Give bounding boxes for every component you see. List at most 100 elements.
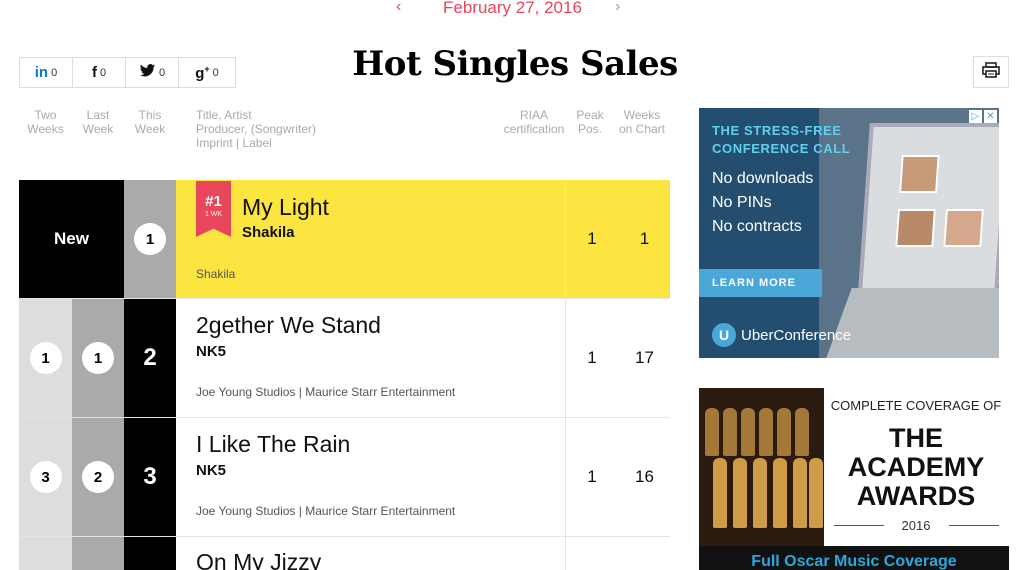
weeks-on-chart: 1 — [639, 229, 650, 248]
learn-more-button[interactable]: LEARN MORE — [699, 269, 822, 297]
song-title[interactable]: I Like The Rain — [196, 431, 350, 458]
google-plus-share-button[interactable]: g+ 0 — [179, 58, 235, 87]
last-week-rank: 2 — [82, 461, 114, 493]
song-title[interactable]: My Light — [242, 194, 329, 221]
peak-position: 1 — [587, 348, 597, 367]
two-weeks-rank: 3 — [29, 461, 62, 493]
print-button[interactable] — [973, 56, 1009, 88]
oscar-coverage-link[interactable]: Full Oscar Music Coverage — [699, 546, 1009, 570]
oscar-statue — [773, 458, 787, 528]
ad-bullet: No PINs — [712, 194, 772, 211]
oscar-statue — [809, 458, 823, 528]
laptop-image — [858, 123, 999, 293]
last-week-cell: 1 — [72, 299, 124, 417]
oscar-statue — [777, 408, 791, 456]
ad-brand: U UberConference — [712, 323, 851, 347]
this-week-cell: 3 — [124, 418, 176, 536]
col-header-this-week: This Week — [134, 108, 166, 136]
twitter-icon — [139, 63, 156, 82]
label-name: Joe Young Studios | Maurice Starr Entert… — [196, 504, 456, 518]
promo-title-line: AWARDS — [856, 481, 976, 511]
linkedin-share-button[interactable]: in 0 — [20, 58, 73, 87]
col-header-peak: Peak Pos. — [576, 108, 604, 136]
col-header-riaa: RIAA certification — [503, 108, 565, 136]
col-header-title: Title, Artist Producer, (Songwriter) Imp… — [196, 108, 317, 150]
this-week-cell: 2 — [124, 299, 176, 417]
this-week-rank: 3 — [143, 463, 157, 490]
label-name: Joe Young Studios | Maurice Starr Entert… — [196, 385, 456, 399]
twitter-share-button[interactable]: 0 — [126, 58, 179, 87]
entry-stats: 1 17 — [565, 299, 670, 417]
oscar-statue — [795, 408, 809, 456]
number-one-badge: #1 1 WK — [196, 181, 231, 237]
this-week-cell: 1 — [124, 180, 176, 298]
linkedin-icon: in — [34, 64, 49, 81]
chart-row[interactable]: 1 1 2 2gether We Stand NK5 Joe Young Stu… — [19, 299, 670, 418]
weeks-on-chart: 16 — [635, 467, 654, 486]
share-count: 0 — [158, 66, 166, 79]
entry-body: #1 1 WK My Light Shakila Shakila — [176, 180, 565, 298]
oscar-statue — [759, 408, 773, 456]
chart-list: New 1 #1 1 WK My Light Shakila Shakila 1… — [19, 180, 670, 570]
print-icon — [982, 61, 1000, 83]
two-weeks-rank: 1 — [29, 342, 62, 374]
date-nav: ‹ February 27, 2016 › — [0, 0, 1022, 20]
peak-position: 1 — [587, 229, 597, 248]
share-count: 0 — [99, 66, 107, 79]
two-weeks-cell — [19, 537, 72, 570]
artist-name[interactable]: NK5 — [196, 462, 226, 479]
chevron-right-icon[interactable]: › — [615, 0, 620, 16]
promo-title-line: THE — [889, 423, 943, 453]
col-header-last-week: Last Week — [82, 108, 114, 136]
col-header-two-weeks: Two Weeks — [27, 108, 64, 136]
promo-kicker: COMPLETE COVERAGE OF — [830, 398, 1002, 413]
last-week-cell: 2 — [72, 418, 124, 536]
google-plus-icon: g+ — [195, 63, 210, 82]
uberconference-ad[interactable]: ▷ ✕ THE STRESS-FREE CONFERENCE CALL No do… — [699, 108, 999, 358]
this-week-rank: 1 — [134, 223, 166, 255]
new-entry-label: New — [19, 180, 124, 298]
uberconference-logo-icon: U — [712, 323, 736, 347]
ad-bullet: No contracts — [712, 218, 802, 235]
oscar-statue — [753, 458, 767, 528]
oscar-statues-image — [699, 388, 824, 546]
chevron-left-icon[interactable]: ‹ — [396, 0, 401, 16]
chart-date[interactable]: February 27, 2016 — [443, 0, 582, 18]
ad-headline: THE STRESS-FREE CONFERENCE CALL — [712, 123, 851, 156]
song-title[interactable]: 2gether We Stand — [196, 312, 381, 339]
entry-body: On My Jizzy — [176, 537, 565, 570]
entry-body: I Like The Rain NK5 Joe Young Studios | … — [176, 418, 565, 536]
academy-awards-promo[interactable]: COMPLETE COVERAGE OF THE ACADEMY AWARDS … — [699, 388, 1009, 570]
oscar-statue — [723, 408, 737, 456]
entry-stats: 1 16 — [565, 418, 670, 536]
oscar-statue — [733, 458, 747, 528]
facebook-share-button[interactable]: f 0 — [73, 58, 126, 87]
artist-name[interactable]: NK5 — [196, 343, 226, 360]
this-week-cell — [124, 537, 176, 570]
last-week-cell — [72, 537, 124, 570]
oscar-statue — [705, 408, 719, 456]
weeks-on-chart: 17 — [635, 348, 654, 367]
this-week-rank: 2 — [143, 344, 157, 371]
facebook-icon: f — [91, 64, 97, 81]
page-title: Hot Singles Sales — [352, 44, 678, 84]
adchoices-icon[interactable]: ▷ ✕ — [969, 110, 997, 123]
col-header-weeks: Weeks on Chart — [618, 108, 666, 136]
ad-bullet: No downloads — [712, 170, 814, 187]
chart-row[interactable]: On My Jizzy — [19, 537, 670, 570]
label-name: Shakila — [196, 267, 236, 281]
share-bar: in 0 f 0 0 g+ 0 — [19, 57, 236, 88]
oscar-statue — [741, 408, 755, 456]
peak-position: 1 — [587, 467, 597, 486]
oscar-statue — [793, 458, 807, 528]
oscar-statue — [713, 458, 727, 528]
last-week-rank: 1 — [82, 342, 114, 374]
two-weeks-cell: 1 — [19, 299, 72, 417]
two-weeks-cell: 3 — [19, 418, 72, 536]
share-count: 0 — [212, 66, 219, 79]
artist-name[interactable]: Shakila — [242, 224, 295, 241]
song-title[interactable]: On My Jizzy — [196, 549, 321, 570]
chart-row[interactable]: New 1 #1 1 WK My Light Shakila Shakila 1… — [19, 180, 670, 299]
chart-row[interactable]: 3 2 3 I Like The Rain NK5 Joe Young Stud… — [19, 418, 670, 537]
entry-body: 2gether We Stand NK5 Joe Young Studios |… — [176, 299, 565, 417]
